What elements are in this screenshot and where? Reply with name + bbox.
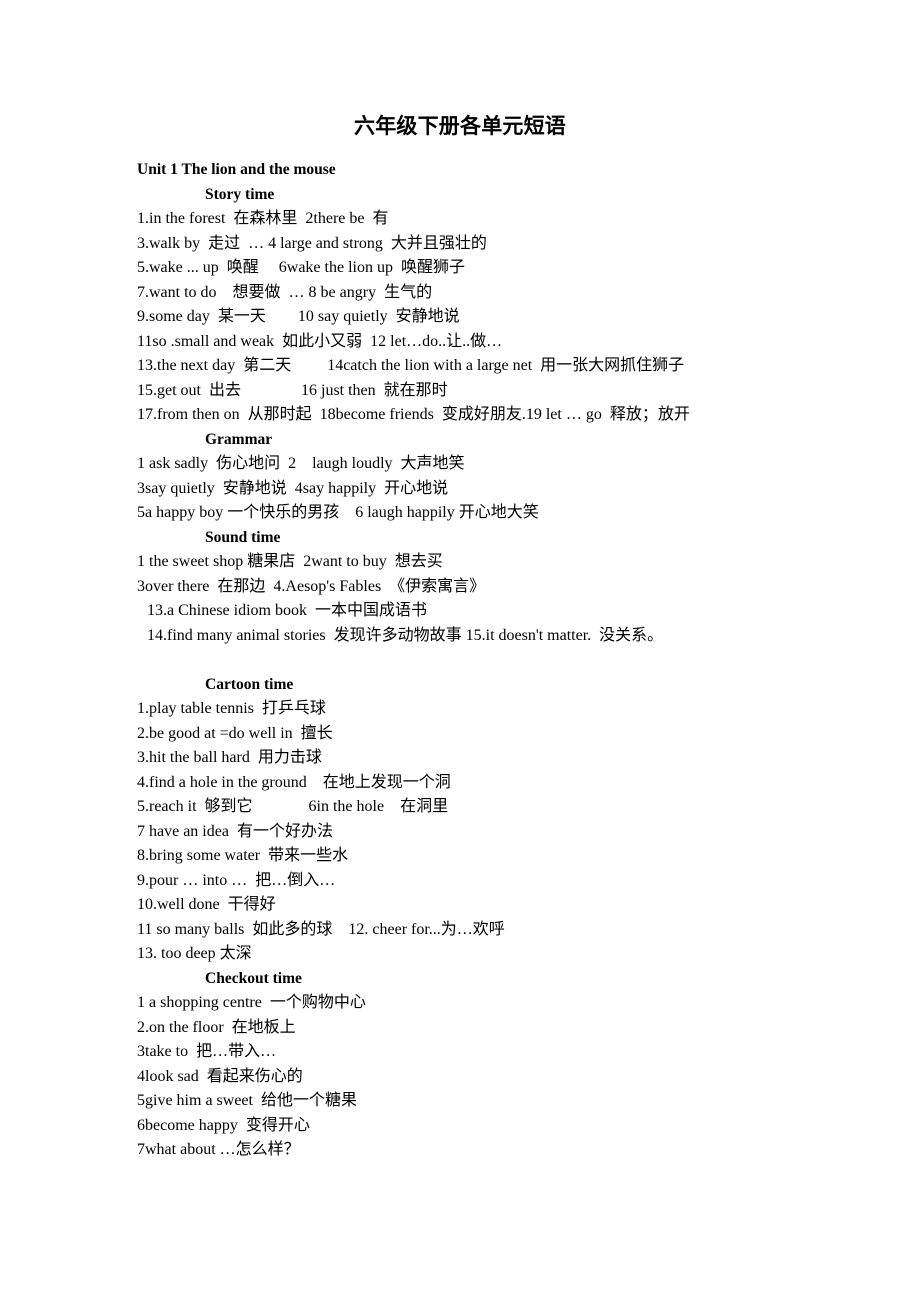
- phrase-line: 7what about …怎么样？: [137, 1141, 300, 1158]
- document-page: 六年级下册各单元短语 Unit 1 The lion and the mouse…: [0, 0, 920, 1302]
- phrase-line: 1 ask sadly 伤心地问 2 laugh loudly 大声地笑: [137, 455, 465, 472]
- phrase-line: 1.play table tennis 打乒乓球: [137, 700, 326, 717]
- phrase-line: 3take to 把…带入…: [137, 1043, 277, 1060]
- phrase-line: 15.get out 出去 16 just then 就在那时: [137, 381, 448, 399]
- phrase-line: 10.well done 干得好: [137, 896, 276, 913]
- phrase-line: 13. too deep 太深: [137, 945, 252, 962]
- phrase-line: 1 a shopping centre 一个购物中心: [137, 994, 366, 1011]
- phrase-line: 3over there 在那边 4.Aesop's Fables 《伊索寓言》: [137, 577, 486, 595]
- phrase-line: 4look sad 看起来伤心的: [137, 1067, 303, 1085]
- phrase-line: 2.be good at =do well in 擅长: [137, 724, 333, 742]
- phrase-line: 9.some day 某一天 10 say quietly 安静地说: [137, 308, 460, 325]
- phrase-line: 7.want to do 想要做 … 8 be angry 生气的: [137, 283, 433, 301]
- phrase-line: 11so .small and weak 如此小又弱 12 let…do..让.…: [137, 332, 503, 350]
- phrase-line: 17.from then on 从那时起 18become friends 变成…: [137, 406, 690, 423]
- section-heading-sound-time: Sound time: [205, 528, 281, 546]
- phrase-line: 13.the next day 第二天 14catch the lion wit…: [137, 357, 685, 374]
- section-heading-checkout-time: Checkout time: [205, 969, 302, 987]
- phrase-line: 1 the sweet shop 糖果店 2want to buy 想去买: [137, 553, 443, 570]
- phrase-line: 5.wake ... up 唤醒 6wake the lion up 唤醒狮子: [137, 259, 465, 276]
- phrase-line: 5.reach it 够到它 6in the hole 在洞里: [137, 798, 449, 815]
- phrase-line: 5a happy boy 一个快乐的男孩 6 laugh happily 开心地…: [137, 504, 539, 521]
- page-title: 六年级下册各单元短语: [354, 114, 566, 138]
- phrase-line: 13.a Chinese idiom book 一本中国成语书: [147, 602, 427, 619]
- phrase-line: 7 have an idea 有一个好办法: [137, 822, 333, 840]
- document-body: Unit 1 The lion and the mouse Story time…: [0, 139, 920, 1163]
- section-heading-cartoon-time: Cartoon time: [205, 675, 294, 693]
- phrase-line: 8.bring some water 带来一些水: [137, 847, 349, 864]
- phrase-line: 3.hit the ball hard 用力击球: [137, 749, 322, 766]
- phrase-line: 3say quietly 安静地说 4say happily 开心地说: [137, 479, 449, 497]
- section-heading-story-time: Story time: [205, 185, 275, 203]
- phrase-line: 3.walk by 走过 … 4 large and strong 大并且强壮的: [137, 234, 487, 252]
- phrase-line: 4.find a hole in the ground 在地上发现一个洞: [137, 773, 451, 791]
- phrase-line: 9.pour … into … 把…倒入…: [137, 871, 336, 889]
- phrase-line: 11 so many balls 如此多的球 12. cheer for...为…: [137, 920, 505, 938]
- phrase-line: 5give him a sweet 给他一个糖果: [137, 1092, 357, 1109]
- phrase-line: 14.find many animal stories 发现许多动物故事 15.…: [147, 626, 664, 644]
- phrase-line: 6become happy 变得开心: [137, 1116, 310, 1134]
- phrase-line: 1.in the forest 在森林里 2there be 有: [137, 210, 389, 227]
- section-heading-grammar: Grammar: [205, 430, 273, 448]
- phrase-line: 2.on the floor 在地板上: [137, 1018, 296, 1036]
- unit-heading: Unit 1 The lion and the mouse: [137, 161, 336, 178]
